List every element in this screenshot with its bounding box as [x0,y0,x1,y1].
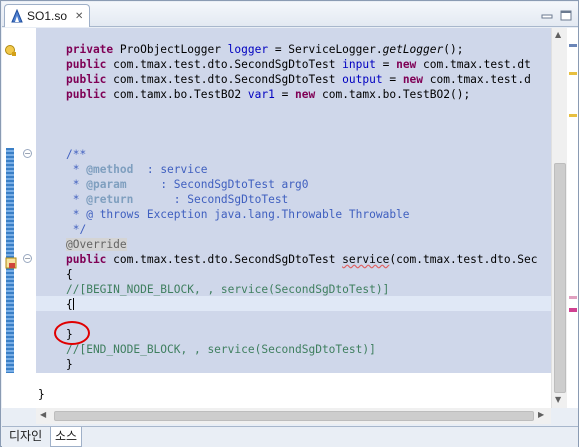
tab-so1[interactable]: SO1.so ✕ [4,4,90,27]
minimize-icon[interactable] [540,7,554,20]
current-line-highlight [36,296,551,311]
tab-label: SO1.so [27,9,68,23]
editor-tab-bar: SO1.so ✕ [2,2,578,27]
annotation-circle [54,321,90,345]
overview-marker[interactable] [569,72,577,75]
tab-design[interactable]: 디자인 [5,427,46,447]
close-icon[interactable]: ✕ [75,11,83,22]
tab-source[interactable]: 소스 [50,427,83,447]
overview-marker[interactable] [569,296,577,299]
javadoc-line: * @ throws Exception java.lang.Throwable… [66,208,410,221]
fold-icon[interactable]: − [23,254,32,263]
vertical-scrollbar[interactable]: ▲ ▼ [551,28,567,408]
annotation-line: @Override [66,238,127,251]
javadoc-line: * @param : SecondSgDtoTest arg0 [66,178,309,191]
javadoc-line: */ [66,223,87,236]
code-text-area[interactable]: private ProObjectLogger logger = Service… [36,28,551,408]
warning-icon [5,42,17,56]
error-icon [5,254,17,269]
editor-mode-tabs: 디자인 소스 [2,426,578,447]
end-node-comment: //[END_NODE_BLOCK, , service(SecondSgDto… [66,343,376,356]
class-close-brace: } [38,388,45,401]
overview-marker[interactable] [569,44,577,47]
scroll-left-icon[interactable]: ◀ [40,410,46,419]
source-editor[interactable]: − − private ProObjectLogger logger = Ser… [2,28,578,424]
fold-icon[interactable]: − [23,149,32,158]
code-line: public com.tamx.bo.TestBO2 var1 = new co… [66,88,471,101]
scroll-right-icon[interactable]: ▶ [538,410,544,419]
javadoc-line: /** [66,148,87,161]
code-line: private ProObjectLogger logger = Service… [66,43,464,56]
code-line: { [66,298,74,311]
overview-ruler[interactable] [567,28,578,408]
vertical-ruler [2,28,18,408]
scroll-down-icon[interactable]: ▼ [555,395,561,404]
scroll-up-icon[interactable]: ▲ [555,30,561,39]
horizontal-scrollbar[interactable]: ◀ ▶ [36,408,551,424]
text-caret [72,298,74,310]
begin-node-comment: //[BEGIN_NODE_BLOCK, , service(SecondSgD… [66,283,390,296]
code-line: public com.tmax.test.dto.SecondSgDtoTest… [66,73,531,86]
code-line: } [66,358,73,371]
overview-marker[interactable] [569,114,577,117]
vertical-scroll-thumb[interactable] [554,163,566,393]
method-signature: public com.tmax.test.dto.SecondSgDtoTest… [66,253,538,266]
overview-marker[interactable] [569,308,577,312]
horizontal-scroll-thumb[interactable] [54,411,534,421]
code-line: public com.tmax.test.dto.SecondSgDtoTest… [66,58,531,71]
folding-ruler: − − [18,28,36,408]
javadoc-line: * @method : service [66,163,208,176]
code-line: { [66,268,73,281]
editor-window: SO1.so ✕ − − private ProObjectLogger log… [0,0,579,447]
maximize-icon[interactable] [559,7,573,21]
javadoc-line: * @return : SecondSgDtoTest [66,193,289,206]
file-java-icon [11,9,23,23]
